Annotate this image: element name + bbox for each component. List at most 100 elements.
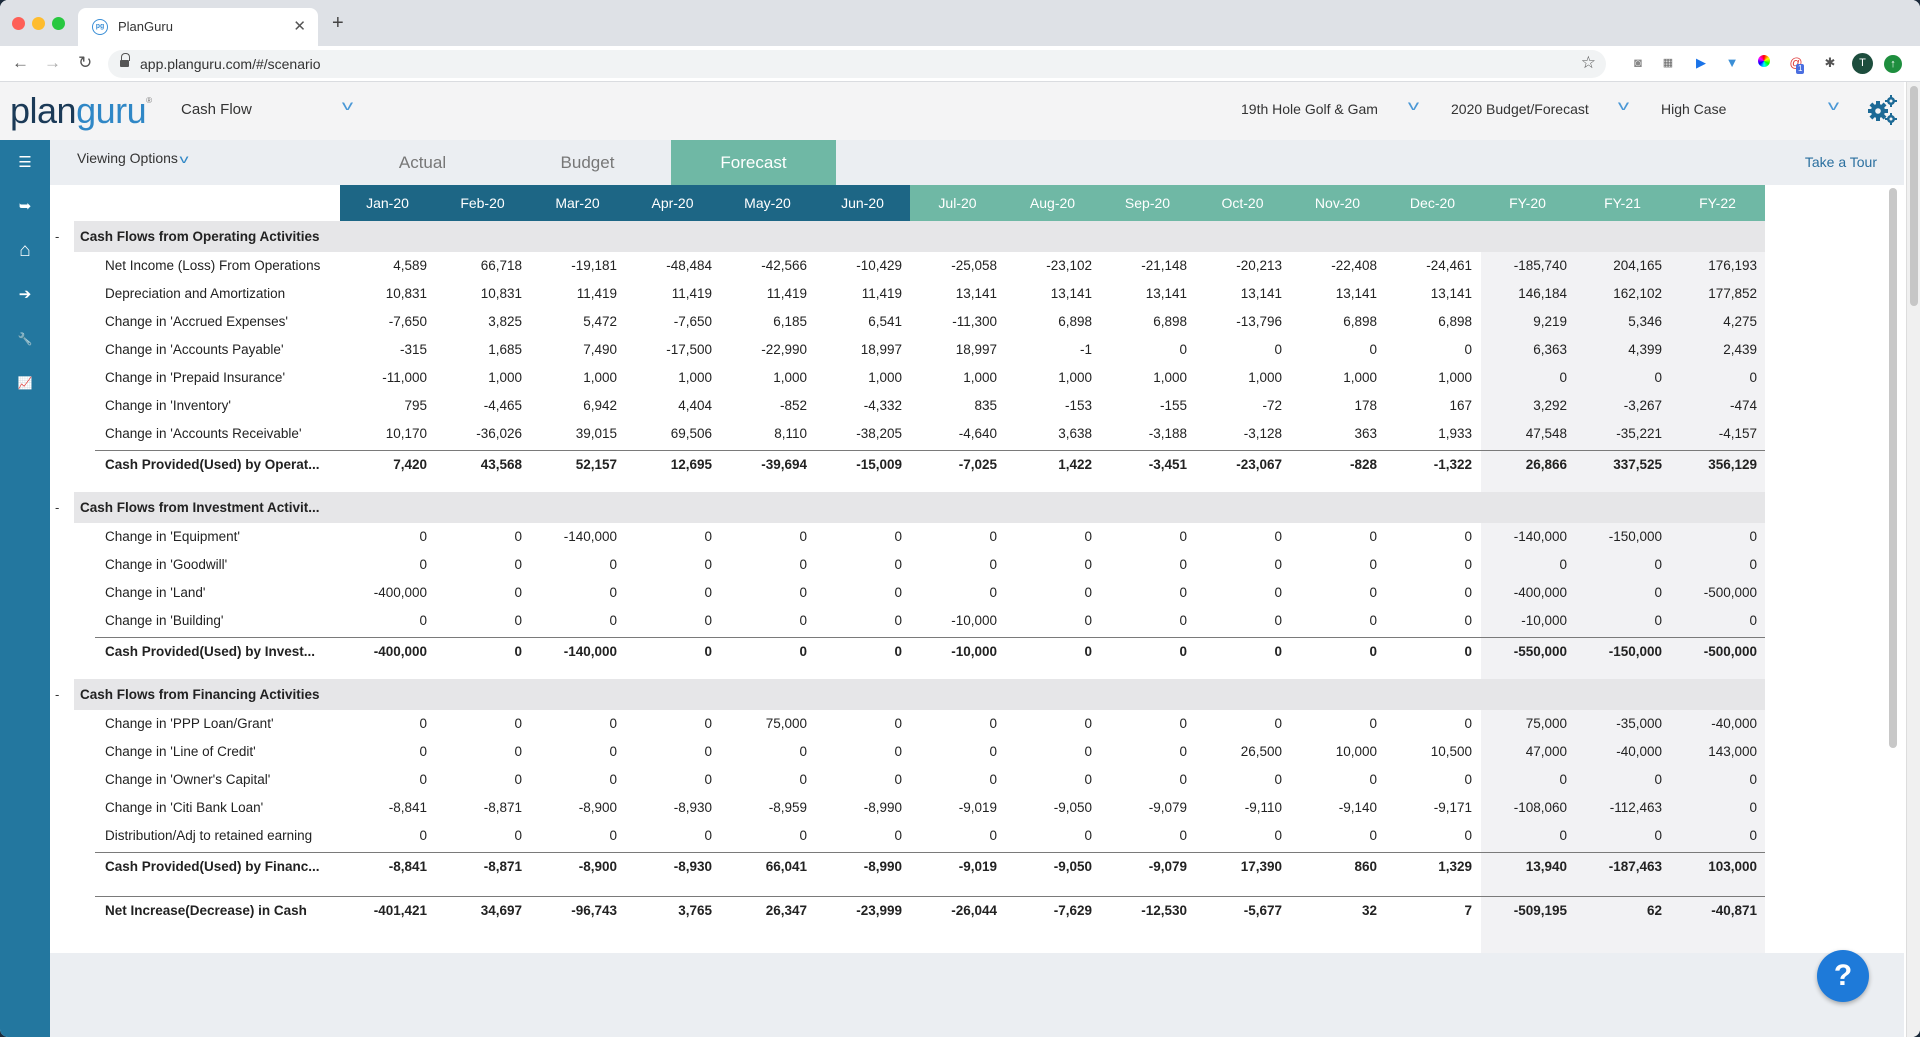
value-cell[interactable]: 0: [1100, 336, 1195, 364]
value-cell[interactable]: -96,743: [530, 897, 625, 925]
value-cell[interactable]: 13,141: [1385, 280, 1480, 308]
tab-close-icon[interactable]: ✕: [293, 17, 306, 35]
value-cell[interactable]: -8,990: [815, 853, 910, 881]
value-cell[interactable]: -550,000: [1480, 638, 1575, 666]
value-cell[interactable]: 0: [1195, 551, 1290, 579]
value-cell[interactable]: 0: [1290, 336, 1385, 364]
value-cell[interactable]: 43,568: [435, 451, 530, 479]
value-cell[interactable]: 7,490: [530, 336, 625, 364]
value-cell[interactable]: 1,000: [910, 364, 1005, 392]
value-cell[interactable]: 13,141: [1100, 280, 1195, 308]
value-cell[interactable]: 1,000: [530, 364, 625, 392]
value-cell[interactable]: -38,205: [815, 420, 910, 448]
value-cell[interactable]: 18,997: [910, 336, 1005, 364]
value-cell[interactable]: 0: [1670, 523, 1765, 551]
value-cell[interactable]: 75,000: [720, 710, 815, 738]
value-cell[interactable]: 0: [1480, 766, 1575, 794]
value-cell[interactable]: -3,451: [1100, 451, 1195, 479]
value-cell[interactable]: 3,825: [435, 308, 530, 336]
value-cell[interactable]: 0: [1670, 794, 1765, 822]
value-cell[interactable]: 1,685: [435, 336, 530, 364]
value-cell[interactable]: 0: [815, 638, 910, 666]
value-cell[interactable]: 0: [1575, 822, 1670, 850]
value-cell[interactable]: 0: [1385, 638, 1480, 666]
chat-extension-icon[interactable]: ▼: [1724, 55, 1740, 71]
value-cell[interactable]: 0: [1005, 579, 1100, 607]
value-cell[interactable]: 0: [910, 710, 1005, 738]
value-cell[interactable]: 0: [1100, 607, 1195, 635]
value-cell[interactable]: -17,500: [625, 336, 720, 364]
value-cell[interactable]: 3,765: [625, 897, 720, 925]
value-cell[interactable]: 10,000: [1290, 738, 1385, 766]
value-cell[interactable]: 0: [1005, 710, 1100, 738]
value-cell[interactable]: 3,292: [1480, 392, 1575, 420]
value-cell[interactable]: 0: [815, 766, 910, 794]
value-cell[interactable]: 10,500: [1385, 738, 1480, 766]
value-cell[interactable]: 177,852: [1670, 280, 1765, 308]
value-cell[interactable]: -400,000: [1480, 579, 1575, 607]
value-cell[interactable]: -400,000: [340, 579, 435, 607]
value-cell[interactable]: -36,026: [435, 420, 530, 448]
wrench-icon[interactable]: 🔧: [0, 324, 50, 354]
value-cell[interactable]: 0: [1480, 364, 1575, 392]
value-cell[interactable]: 0: [435, 551, 530, 579]
value-cell[interactable]: -7,650: [625, 308, 720, 336]
section-header-row[interactable]: - Cash Flows from Financing Activities: [55, 679, 1765, 710]
value-cell[interactable]: -10,000: [910, 638, 1005, 666]
value-cell[interactable]: 13,141: [910, 280, 1005, 308]
tab-actual[interactable]: Actual: [340, 140, 505, 185]
value-cell[interactable]: -8,900: [530, 794, 625, 822]
value-cell[interactable]: 0: [1670, 766, 1765, 794]
value-cell[interactable]: -108,060: [1480, 794, 1575, 822]
value-cell[interactable]: -4,332: [815, 392, 910, 420]
value-cell[interactable]: 4,399: [1575, 336, 1670, 364]
collapse-toggle-icon[interactable]: -: [55, 679, 59, 710]
value-cell[interactable]: 0: [340, 607, 435, 635]
value-cell[interactable]: -25,058: [910, 252, 1005, 280]
value-cell[interactable]: -9,079: [1100, 794, 1195, 822]
value-cell[interactable]: 0: [530, 710, 625, 738]
value-cell[interactable]: -20,213: [1195, 252, 1290, 280]
value-cell[interactable]: 0: [1005, 638, 1100, 666]
sign-out-icon[interactable]: ➥: [0, 192, 50, 222]
value-cell[interactable]: 0: [530, 766, 625, 794]
value-cell[interactable]: 12,695: [625, 451, 720, 479]
value-cell[interactable]: 0: [340, 710, 435, 738]
value-cell[interactable]: -500,000: [1670, 638, 1765, 666]
value-cell[interactable]: -4,640: [910, 420, 1005, 448]
bookmark-star-icon[interactable]: ☆: [1581, 53, 1596, 73]
value-cell[interactable]: -22,408: [1290, 252, 1385, 280]
value-cell[interactable]: 47,000: [1480, 738, 1575, 766]
value-cell[interactable]: -153: [1005, 392, 1100, 420]
value-cell[interactable]: -140,000: [1480, 523, 1575, 551]
value-cell[interactable]: -315: [340, 336, 435, 364]
value-cell[interactable]: 0: [340, 523, 435, 551]
spiral-extension-icon[interactable]: @1: [1788, 55, 1805, 74]
value-cell[interactable]: -40,871: [1670, 897, 1765, 925]
value-cell[interactable]: 0: [910, 822, 1005, 850]
value-cell[interactable]: 0: [1290, 523, 1385, 551]
value-cell[interactable]: -112,463: [1575, 794, 1670, 822]
value-cell[interactable]: 26,500: [1195, 738, 1290, 766]
value-cell[interactable]: -4,465: [435, 392, 530, 420]
camera-extension-icon[interactable]: ◙: [1630, 55, 1646, 71]
value-cell[interactable]: 0: [1290, 710, 1385, 738]
value-cell[interactable]: -3,188: [1100, 420, 1195, 448]
value-cell[interactable]: 337,525: [1575, 451, 1670, 479]
value-cell[interactable]: 0: [435, 766, 530, 794]
value-cell[interactable]: 0: [530, 607, 625, 635]
section-header-row[interactable]: - Cash Flows from Operating Activities: [55, 221, 1765, 252]
value-cell[interactable]: 52,157: [530, 451, 625, 479]
value-cell[interactable]: 0: [435, 638, 530, 666]
value-cell[interactable]: 0: [625, 551, 720, 579]
value-cell[interactable]: 0: [815, 607, 910, 635]
value-cell[interactable]: 167: [1385, 392, 1480, 420]
browser-tab[interactable]: pg PlanGuru ✕: [78, 8, 318, 46]
value-cell[interactable]: 1,000: [1195, 364, 1290, 392]
case-select-chevron-icon[interactable]: v: [1828, 97, 1839, 113]
value-cell[interactable]: 11,419: [625, 280, 720, 308]
value-cell[interactable]: 6,898: [1290, 308, 1385, 336]
line-chart-icon[interactable]: 📈: [0, 368, 50, 398]
value-cell[interactable]: 0: [625, 638, 720, 666]
value-cell[interactable]: 0: [1290, 638, 1385, 666]
